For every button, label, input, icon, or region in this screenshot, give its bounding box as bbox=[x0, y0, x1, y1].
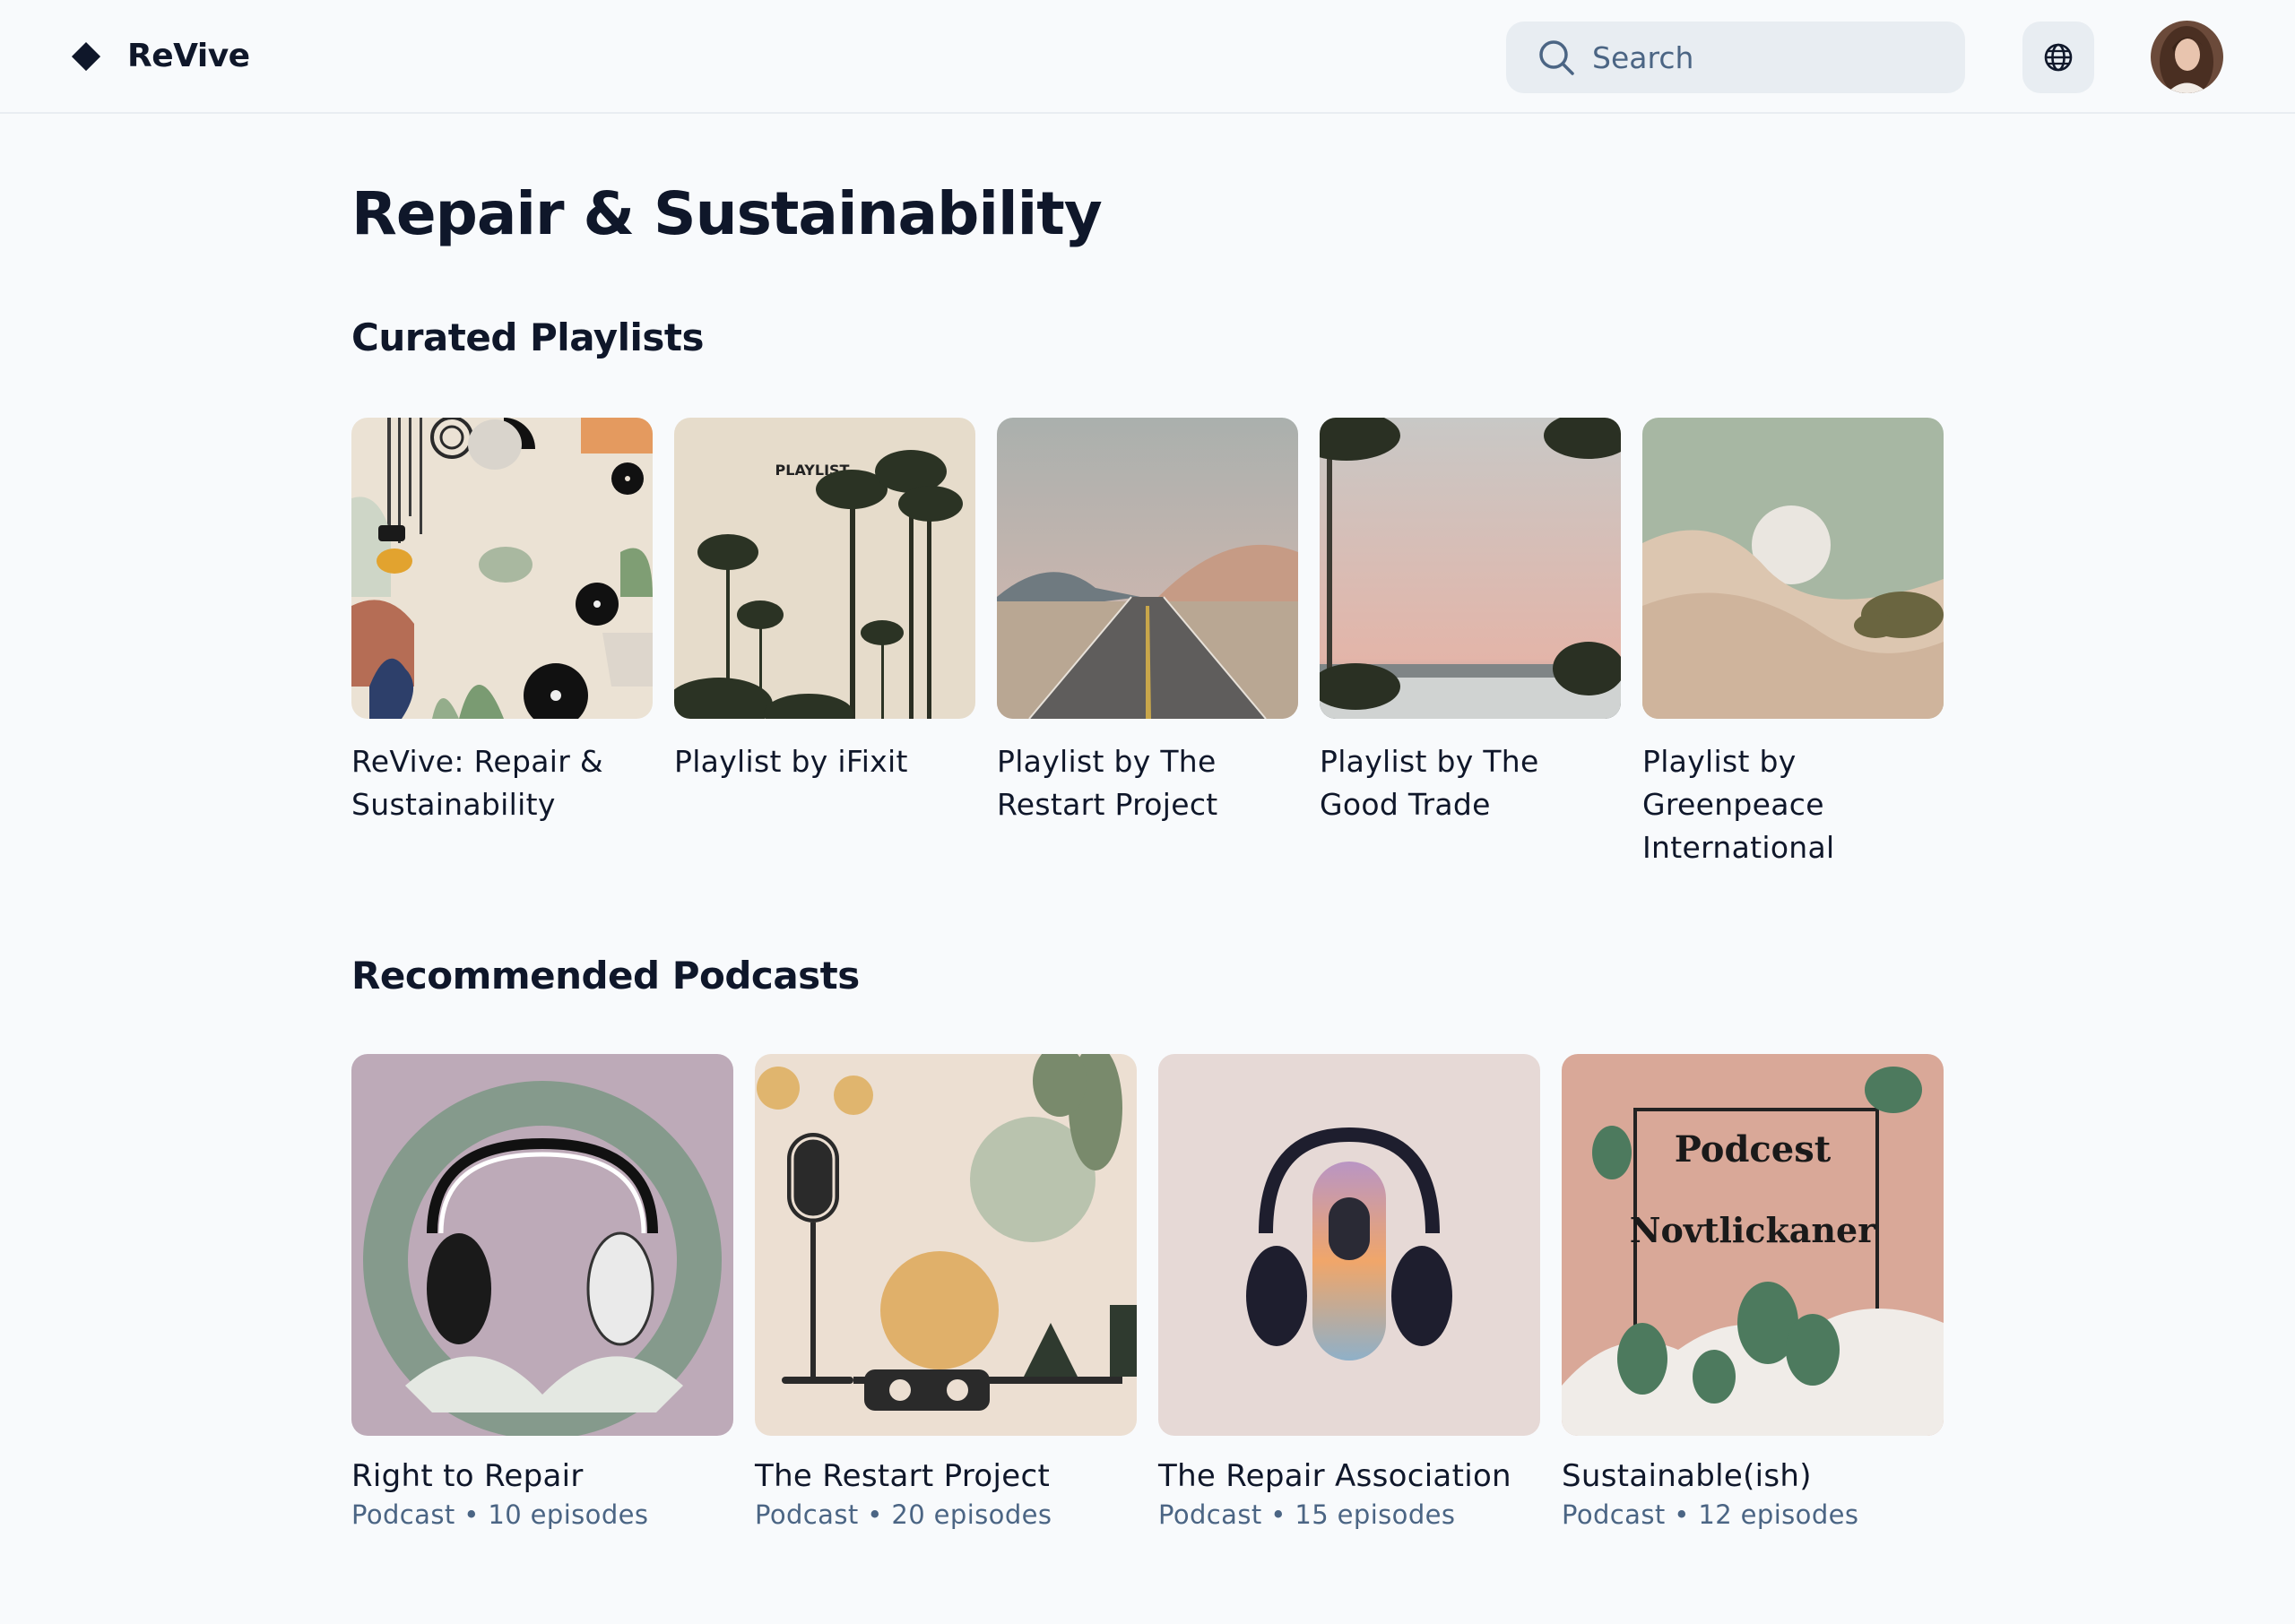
podcast-meta: Podcast • 10 episodes bbox=[351, 1499, 649, 1530]
podcast-title: The Restart Project bbox=[755, 1458, 1051, 1494]
language-button[interactable] bbox=[2022, 22, 2094, 93]
search-input[interactable] bbox=[1592, 39, 1951, 75]
app-name: ReVive bbox=[127, 38, 250, 74]
playlist-cover bbox=[1642, 418, 1944, 719]
page-title: Repair & Sustainability bbox=[351, 179, 1103, 248]
globe-icon bbox=[2044, 43, 2073, 72]
curated-playlists-heading: Curated Playlists bbox=[351, 315, 705, 359]
podcast-card[interactable]: Right to Repair Podcast • 10 episodes bbox=[351, 1054, 733, 1533]
podcast-title: The Repair Association bbox=[1158, 1458, 1511, 1494]
playlist-cover bbox=[1320, 418, 1621, 719]
search-icon bbox=[1539, 40, 1574, 75]
podcast-meta: Podcast • 12 episodes bbox=[1562, 1499, 1859, 1530]
playlist-title: Playlist by The Good Trade bbox=[1320, 744, 1539, 822]
diamond-logo-icon bbox=[72, 41, 100, 71]
search-bar[interactable] bbox=[1506, 22, 1965, 93]
logo[interactable]: ReVive bbox=[70, 38, 250, 74]
podcast-card[interactable]: The Repair Association Podcast • 15 epis… bbox=[1158, 1054, 1540, 1533]
podcast-cover bbox=[1158, 1054, 1540, 1436]
user-avatar[interactable] bbox=[2151, 21, 2223, 93]
playlist-card[interactable]: ReVive: Repair & Sustainability bbox=[351, 418, 653, 826]
playlist-cover bbox=[997, 418, 1298, 719]
podcast-cover bbox=[351, 1054, 733, 1436]
svg-text:Podcest: Podcest bbox=[1675, 1128, 1832, 1170]
podcast-meta: Podcast • 20 episodes bbox=[755, 1499, 1052, 1530]
podcast-meta: Podcast • 15 episodes bbox=[1158, 1499, 1456, 1530]
playlist-cover: PLAYLIST bbox=[674, 418, 975, 719]
playlist-card[interactable]: Playlist by The Restart Project bbox=[997, 418, 1298, 826]
recommended-podcasts-heading: Recommended Podcasts bbox=[351, 954, 860, 998]
playlist-card[interactable]: Playlist by The Good Trade bbox=[1320, 418, 1621, 826]
playlist-title: Playlist by Greenpeace International bbox=[1642, 744, 1835, 865]
playlist-title: Playlist by The Restart Project bbox=[997, 744, 1218, 822]
podcast-card[interactable]: Podcest Novtlickaner Sustainable(ish) Po… bbox=[1562, 1054, 1944, 1533]
svg-text:Novtlickaner: Novtlickaner bbox=[1630, 1210, 1876, 1250]
playlist-card[interactable]: PLAYLIST Playlist by iFixit bbox=[674, 418, 975, 783]
playlist-card[interactable]: Playlist by Greenpeace International bbox=[1642, 418, 1944, 869]
podcast-cover bbox=[755, 1054, 1137, 1436]
podcast-cover: Podcest Novtlickaner bbox=[1562, 1054, 1944, 1436]
podcast-title: Right to Repair bbox=[351, 1458, 584, 1494]
top-header: ReVive bbox=[0, 0, 2295, 114]
podcast-card[interactable]: The Restart Project Podcast • 20 episode… bbox=[755, 1054, 1137, 1533]
podcast-title: Sustainable(ish) bbox=[1562, 1458, 1812, 1494]
playlist-title: ReVive: Repair & Sustainability bbox=[351, 744, 603, 822]
playlist-cover bbox=[351, 418, 653, 719]
playlist-title: Playlist by iFixit bbox=[674, 744, 908, 779]
